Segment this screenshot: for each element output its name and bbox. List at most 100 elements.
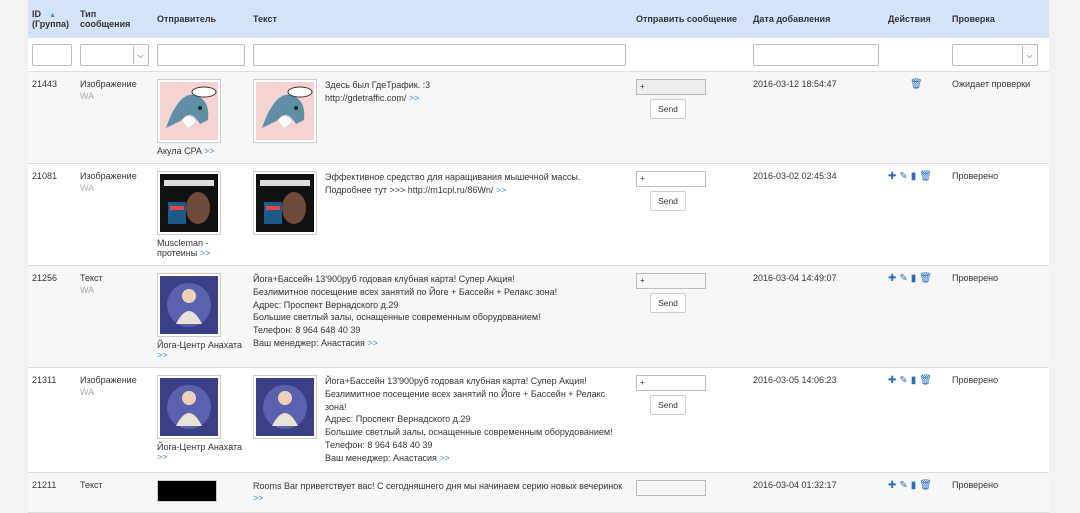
- cell-date: 2016-03-12 18:54:47: [749, 71, 884, 164]
- trash-icon[interactable]: 🗑: [919, 480, 932, 491]
- trash-icon[interactable]: 🗑: [919, 171, 932, 182]
- expand-link[interactable]: >>: [496, 185, 507, 195]
- cell-id: 21311: [28, 367, 76, 473]
- header-type-label: Тип сообщения: [80, 9, 131, 29]
- header-sender: Отправитель: [153, 0, 249, 38]
- sender-image[interactable]: [157, 375, 221, 439]
- cell-actions: ✚ ✎ ▮ 🗑: [884, 367, 948, 473]
- cell-send: [632, 472, 749, 513]
- sort-arrow-icon: ▲: [49, 12, 56, 19]
- cell-text: Йога+Бассейн 13'900руб годовая клубная к…: [249, 265, 632, 368]
- document-icon[interactable]: ▮: [911, 171, 917, 182]
- send-button-label: Send: [658, 298, 678, 308]
- trash-icon[interactable]: 🗑: [919, 273, 932, 284]
- document-icon[interactable]: ▮: [911, 375, 917, 386]
- send-button[interactable]: Send: [650, 191, 686, 211]
- check-filter-select[interactable]: ⌵: [952, 44, 1038, 66]
- send-button[interactable]: Send: [650, 293, 686, 313]
- row-actions: ✚ ✎ ▮ 🗑: [888, 480, 944, 491]
- header-text[interactable]: Текст: [249, 0, 632, 38]
- id-filter-input[interactable]: [32, 44, 72, 66]
- message-type: Текст: [80, 273, 103, 283]
- message-subtype: WA: [80, 387, 95, 397]
- plus-icon[interactable]: ✚: [888, 375, 896, 386]
- expand-link[interactable]: >>: [200, 248, 211, 258]
- message-text: Йога+Бассейн 13'900руб годовая клубная к…: [325, 376, 613, 463]
- header-id-label: ID ▲ (Группа): [32, 9, 70, 29]
- table-row: 21311 Изображение WA Йога-Центр Анахата >> Й…: [28, 367, 1049, 473]
- send-input[interactable]: +: [636, 79, 706, 95]
- cell-status: Проверено: [948, 367, 1049, 473]
- message-image[interactable]: [253, 171, 317, 235]
- message-subtype: WA: [80, 91, 95, 101]
- messages-table: ID ▲ (Группа) Тип сообщения Отправитель Тек…: [28, 0, 1049, 513]
- message-text: Йога+Бассейн 13'900руб годовая клубная к…: [253, 274, 558, 348]
- send-input[interactable]: [636, 479, 706, 496]
- sender-image[interactable]: [157, 79, 221, 143]
- cell-text: Здесь был ГдеТрафик. :3 http://gdetraffi…: [249, 71, 632, 164]
- pencil-icon[interactable]: ✎: [899, 171, 907, 182]
- send-button[interactable]: Send: [650, 395, 686, 415]
- expand-link[interactable]: >>: [157, 350, 168, 360]
- expand-link[interactable]: >>: [157, 452, 168, 462]
- send-button-label: Send: [658, 400, 678, 410]
- cell-date: 2016-03-05 14:06:23: [749, 367, 884, 473]
- message-image[interactable]: [253, 375, 317, 439]
- chevron-down-icon: ⌵: [133, 46, 147, 64]
- send-input[interactable]: +: [636, 375, 706, 391]
- message-image[interactable]: [253, 79, 317, 143]
- trash-icon[interactable]: 🗑: [910, 79, 923, 90]
- expand-link[interactable]: >>: [409, 93, 420, 103]
- expand-link[interactable]: >>: [204, 146, 215, 156]
- sender-name: Йога-Центр Анахата >>: [157, 442, 243, 462]
- message-type: Изображение: [80, 375, 137, 385]
- send-button[interactable]: Send: [650, 99, 686, 119]
- filter-row: ⌵ ⌵: [28, 38, 1049, 72]
- expand-link[interactable]: >>: [439, 453, 450, 463]
- header-type[interactable]: Тип сообщения: [76, 0, 153, 38]
- plus-icon[interactable]: ✚: [888, 171, 896, 182]
- header-id[interactable]: ID ▲ (Группа): [28, 0, 76, 38]
- cell-date: 2016-03-02 02:45:34: [749, 163, 884, 266]
- header-date[interactable]: Дата добавления: [749, 0, 884, 38]
- date-filter-input[interactable]: [753, 44, 879, 66]
- message-text: Эффективное средство для наращивания мыш…: [325, 172, 581, 195]
- document-icon[interactable]: ▮: [911, 480, 917, 491]
- table-row: 21081 Изображение WA Muscleman - протеины >…: [28, 163, 1049, 266]
- cell-send: + Send: [632, 367, 749, 473]
- sender-filter-input[interactable]: [157, 44, 245, 66]
- plus-icon[interactable]: ✚: [888, 480, 896, 491]
- cell-status: Проверено: [948, 472, 1049, 513]
- cell-sender: Йога-Центр Анахата >>: [153, 265, 249, 368]
- table-header-row: ID ▲ (Группа) Тип сообщения Отправитель Тек…: [28, 0, 1049, 38]
- message-type: Изображение: [80, 171, 137, 181]
- expand-link[interactable]: >>: [367, 338, 378, 348]
- pencil-icon[interactable]: ✎: [899, 273, 907, 284]
- cell-send: + Send: [632, 265, 749, 368]
- text-filter-input[interactable]: [253, 44, 626, 66]
- cell-text: Rooms Bar приветствует вас! С сегодняшне…: [249, 472, 632, 513]
- sender-image[interactable]: [157, 273, 221, 337]
- cell-send: + Send: [632, 71, 749, 164]
- send-input[interactable]: +: [636, 273, 706, 289]
- message-text: Rooms Bar приветствует вас! С сегодняшне…: [253, 480, 623, 504]
- cell-status: Проверено: [948, 163, 1049, 266]
- type-filter-select[interactable]: ⌵: [80, 44, 149, 66]
- table-row: 21443 Изображение WA Акула CPA >> Здесь был …: [28, 71, 1049, 164]
- header-check[interactable]: Проверка: [948, 0, 1049, 38]
- expand-link[interactable]: >>: [253, 493, 264, 503]
- cell-type: Изображение WA: [76, 367, 153, 473]
- send-input[interactable]: +: [636, 171, 706, 187]
- plus-icon[interactable]: ✚: [888, 273, 896, 284]
- cell-sender: Йога-Центр Анахата >>: [153, 367, 249, 473]
- pencil-icon[interactable]: ✎: [899, 480, 907, 491]
- row-actions: ✚ ✎ ▮ 🗑: [888, 273, 944, 284]
- sender-image[interactable]: [157, 479, 217, 502]
- cell-sender: Акула CPA >>: [153, 71, 249, 164]
- document-icon[interactable]: ▮: [911, 273, 917, 284]
- pencil-icon[interactable]: ✎: [899, 375, 907, 386]
- cell-actions: 🗑: [884, 71, 948, 164]
- sender-image[interactable]: [157, 171, 221, 235]
- cell-type: Текст: [76, 472, 153, 513]
- trash-icon[interactable]: 🗑: [919, 375, 932, 386]
